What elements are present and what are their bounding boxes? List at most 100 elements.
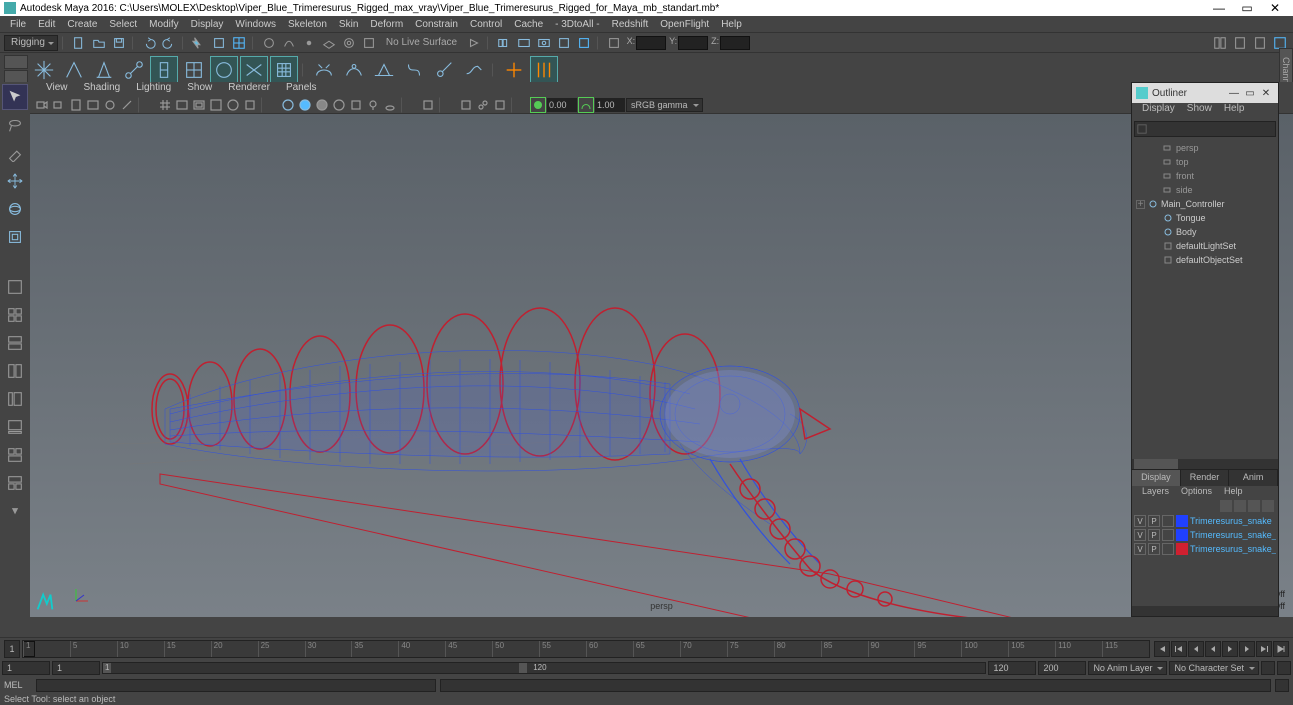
layout-two-h-button[interactable] (2, 330, 28, 356)
menu-edit[interactable]: Edit (32, 19, 61, 30)
scale-tool[interactable] (2, 224, 28, 250)
vp-menu-view[interactable]: View (38, 82, 76, 96)
vp-select-camera[interactable] (34, 97, 50, 113)
vp-gamma-value[interactable]: 1.00 (595, 98, 625, 112)
vp-grid[interactable] (157, 97, 173, 113)
menu-modify[interactable]: Modify (143, 19, 184, 30)
shelf-snap-button[interactable] (30, 56, 58, 84)
snap-grid-button[interactable] (260, 34, 278, 52)
x-field[interactable] (636, 36, 666, 50)
vp-resolution-gate[interactable] (191, 97, 207, 113)
step-back-button[interactable] (1188, 641, 1204, 657)
outliner-search[interactable] (1134, 121, 1276, 137)
outliner-titlebar[interactable]: Outliner — ▭ ✕ (1132, 83, 1278, 103)
vp-exposure-value[interactable]: 0.00 (547, 98, 577, 112)
layer-tab-render[interactable]: Render (1181, 470, 1230, 486)
y-field[interactable] (678, 36, 708, 50)
outliner-item-front[interactable]: front (1132, 169, 1278, 183)
shelf-skin-button[interactable] (180, 56, 208, 84)
rotate-tool[interactable] (2, 196, 28, 222)
z-field[interactable] (720, 36, 750, 50)
layout-single-button[interactable] (2, 274, 28, 300)
vp-xray[interactable] (458, 97, 474, 113)
menu-constrain[interactable]: Constrain (409, 19, 464, 30)
range-end-outer[interactable]: 200 (1038, 661, 1086, 675)
time-ruler[interactable]: 1510152025303540455055606570758085909510… (22, 640, 1150, 658)
layout-graph-1-button[interactable] (2, 442, 28, 468)
vp-shadows[interactable] (382, 97, 398, 113)
vp-lights[interactable] (365, 97, 381, 113)
vp-textured[interactable] (348, 97, 364, 113)
layer-playback-toggle[interactable]: P (1148, 515, 1160, 527)
layer-type-toggle[interactable] (1162, 515, 1174, 527)
viewport-3d[interactable]: persp Symmetry:Off Soft Select:Off (30, 114, 1293, 617)
vp-field-chart[interactable] (225, 97, 241, 113)
shelf-constraint-1-button[interactable] (310, 56, 338, 84)
select-component-button[interactable] (230, 34, 248, 52)
redo-button[interactable] (160, 34, 178, 52)
shelf-ik-button[interactable] (150, 56, 178, 84)
layout-two-v-button[interactable] (2, 358, 28, 384)
minimize-button[interactable]: — (1205, 1, 1233, 15)
menu-help[interactable]: Help (715, 19, 748, 30)
vp-grease-pencil[interactable] (119, 97, 135, 113)
range-track[interactable]: 1 120 (102, 662, 986, 674)
range-end[interactable]: 120 (988, 661, 1036, 675)
menu-control[interactable]: Control (464, 19, 508, 30)
shelf-constraint-3-button[interactable] (370, 56, 398, 84)
vp-lock-camera[interactable] (51, 97, 67, 113)
vp-menu-shading[interactable]: Shading (76, 82, 129, 96)
ipr-button[interactable] (535, 34, 553, 52)
layer-row[interactable]: V P Trimeresurus_snake_bo (1132, 528, 1278, 542)
layer-tab-anim[interactable]: Anim (1229, 470, 1278, 486)
outliner-menu-show[interactable]: Show (1181, 103, 1218, 119)
menu-skin[interactable]: Skin (333, 19, 364, 30)
play-back-button[interactable] (1205, 641, 1221, 657)
menu-select[interactable]: Select (103, 19, 143, 30)
layer-new-empty[interactable] (1248, 500, 1260, 512)
vp-menu-lighting[interactable]: Lighting (128, 82, 179, 96)
menu-display[interactable]: Display (185, 19, 230, 30)
layout-more-button[interactable]: ▾ (2, 498, 28, 524)
menu-skeleton[interactable]: Skeleton (282, 19, 333, 30)
open-scene-button[interactable] (90, 34, 108, 52)
layout-outliner-button[interactable] (2, 386, 28, 412)
sidebar-tool-button[interactable] (1251, 34, 1269, 52)
range-handle-start[interactable]: 1 (103, 663, 111, 673)
vp-xray-components[interactable] (492, 97, 508, 113)
make-live-button[interactable] (465, 34, 483, 52)
shelf-tabs-toggle[interactable] (4, 55, 28, 85)
layer-playback-toggle[interactable]: P (1148, 529, 1160, 541)
move-tool[interactable] (2, 168, 28, 194)
outliner-maximize[interactable]: ▭ (1242, 88, 1258, 99)
menu-windows[interactable]: Windows (229, 19, 282, 30)
layout-graph-2-button[interactable] (2, 470, 28, 496)
layer-visibility-toggle[interactable]: V (1134, 515, 1146, 527)
outliner-item-defaultobjectset[interactable]: defaultObjectSet (1132, 253, 1278, 267)
go-to-end-button[interactable] (1273, 641, 1289, 657)
snap-plane-button[interactable] (320, 34, 338, 52)
shelf-constraint-2-button[interactable] (340, 56, 368, 84)
menu-3dtoall[interactable]: - 3DtoAll - (549, 19, 605, 30)
layer-new-selected[interactable] (1262, 500, 1274, 512)
layout-single-button[interactable] (605, 34, 623, 52)
menuset-selector[interactable]: Rigging (4, 35, 58, 51)
outliner-menu-help[interactable]: Help (1218, 103, 1251, 119)
range-handle-end[interactable]: 120 (519, 663, 527, 673)
shelf-blend-button[interactable] (240, 56, 268, 84)
command-input[interactable] (36, 679, 436, 692)
layer-color-swatch[interactable] (1176, 529, 1188, 541)
vp-isolate[interactable] (420, 97, 436, 113)
layer-menu-layers[interactable]: Layers (1136, 486, 1175, 500)
shelf-paint-button[interactable] (210, 56, 238, 84)
outliner-item-top[interactable]: top (1132, 155, 1278, 169)
outliner-item-main-controller[interactable]: +Main_Controller (1132, 197, 1278, 211)
outliner-item-persp[interactable]: persp (1132, 141, 1278, 155)
layer-row[interactable]: V P Trimeresurus_snake (1132, 514, 1278, 528)
menu-openflight[interactable]: OpenFlight (654, 19, 715, 30)
render-button[interactable] (515, 34, 533, 52)
save-scene-button[interactable] (110, 34, 128, 52)
new-scene-button[interactable] (70, 34, 88, 52)
paint-select-tool[interactable] (2, 140, 28, 166)
layer-tab-display[interactable]: Display (1132, 470, 1181, 486)
